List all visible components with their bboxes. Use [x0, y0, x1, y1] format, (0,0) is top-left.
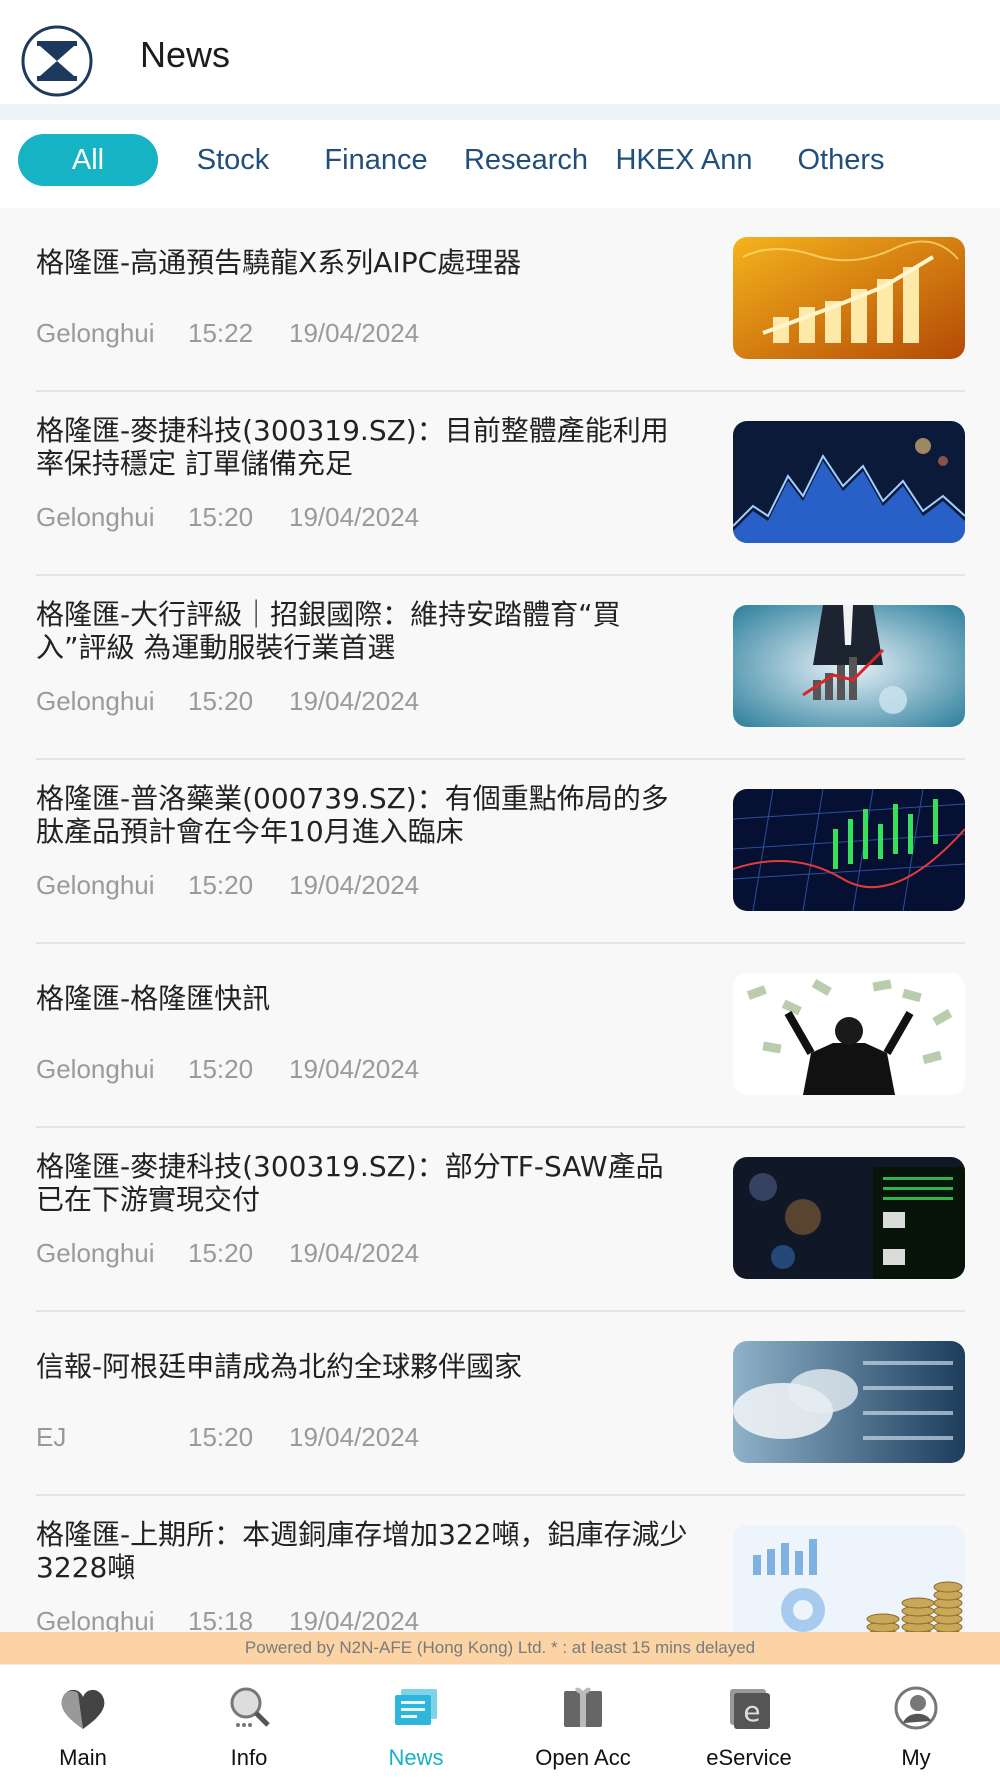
nav-eservice[interactable]: e eService: [666, 1665, 832, 1778]
news-item[interactable]: 格隆匯-上期所：本週銅庫存增加322噸，鋁庫存減少3228噸 Gelonghui…: [0, 1496, 1000, 1632]
news-source: Gelonghui: [36, 318, 155, 348]
tab-stock[interactable]: Stock: [178, 134, 288, 186]
newspaper-icon: [395, 1689, 437, 1725]
news-meta: EJ 15:20 19/04/2024: [36, 1422, 419, 1453]
nav-open-acc[interactable]: Open Acc: [500, 1665, 666, 1778]
news-meta: Gelonghui 15:20 19/04/2024: [36, 1238, 419, 1269]
news-source: Gelonghui: [36, 1606, 155, 1632]
tab-hkex-ann[interactable]: HKEX Ann: [606, 134, 762, 186]
news-thumbnail: [733, 973, 965, 1095]
news-meta: Gelonghui 15:20 19/04/2024: [36, 502, 419, 533]
news-thumbnail: [733, 605, 965, 727]
tab-all[interactable]: All: [18, 134, 158, 186]
news-title: 格隆匯-普洛藥業(000739.SZ)：有個重點佈局的多肽產品預計會在今年10月…: [36, 782, 669, 848]
news-time: 15:22: [188, 318, 254, 348]
news-item[interactable]: 格隆匯-大行評級｜招銀國際：維持安踏體育“買入”評級 為運動服裝行業首選 Gel…: [0, 576, 1000, 760]
news-source: Gelonghui: [36, 1238, 155, 1268]
news-date: 19/04/2024: [289, 1422, 420, 1452]
news-thumbnail: [733, 1341, 965, 1463]
header-divider: [0, 104, 1000, 120]
app-header: News: [0, 0, 1000, 104]
news-time: 15:20: [188, 502, 254, 532]
page-title: News: [140, 34, 231, 75]
news-time: 15:20: [188, 1054, 254, 1084]
news-thumbnail: [733, 1525, 965, 1632]
news-time: 15:18: [188, 1606, 254, 1632]
news-date: 19/04/2024: [289, 1606, 420, 1632]
news-source: Gelonghui: [36, 1054, 155, 1084]
hourglass-logo-icon: [21, 25, 93, 97]
nav-main[interactable]: Main: [0, 1665, 166, 1778]
news-list: 格隆匯-高通預告驍龍X系列AIPC處理器 Gelonghui 15:22 19/04…: [0, 208, 1000, 1632]
news-title: 格隆匯-高通預告驍龍X系列AIPC處理器: [36, 246, 522, 279]
news-source: Gelonghui: [36, 502, 155, 532]
news-date: 19/04/2024: [289, 502, 420, 532]
svg-text:e: e: [743, 1695, 760, 1728]
news-meta: Gelonghui 15:20 19/04/2024: [36, 870, 419, 901]
gift-icon: [564, 1687, 602, 1727]
news-thumbnail: [733, 237, 965, 359]
news-source: EJ: [36, 1422, 67, 1452]
news-item[interactable]: 格隆匯-麥捷科技(300319.SZ)：目前整體產能利用率保持穩定 訂單儲備充足…: [0, 392, 1000, 576]
news-date: 19/04/2024: [289, 686, 420, 716]
nav-my[interactable]: My: [833, 1665, 999, 1778]
news-source: Gelonghui: [36, 870, 155, 900]
news-date: 19/04/2024: [289, 1054, 420, 1084]
news-thumbnail: [733, 1157, 965, 1279]
news-meta: Gelonghui 15:20 19/04/2024: [36, 686, 419, 717]
e-letter-icon: e: [730, 1689, 770, 1729]
news-meta: Gelonghui 15:20 19/04/2024: [36, 1054, 419, 1085]
nav-info[interactable]: Info: [166, 1665, 332, 1778]
magnifier-icon: [230, 1687, 270, 1727]
news-thumbnail: [733, 789, 965, 911]
nav-news[interactable]: News: [333, 1665, 499, 1778]
news-item[interactable]: 格隆匯-高通預告驍龍X系列AIPC處理器 Gelonghui 15:22 19/04…: [0, 208, 1000, 392]
news-thumbnail: [733, 421, 965, 543]
news-title: 信報-阿根廷申請成為北約全球夥伴國家: [36, 1350, 523, 1383]
news-title: 格隆匯-上期所：本週銅庫存增加322噸，鋁庫存減少3228噸: [36, 1518, 688, 1584]
news-date: 19/04/2024: [289, 1238, 420, 1268]
tab-finance[interactable]: Finance: [312, 134, 440, 186]
news-date: 19/04/2024: [289, 870, 420, 900]
user-icon: [894, 1686, 938, 1730]
news-title: 格隆匯-大行評級｜招銀國際：維持安踏體育“買入”評級 為運動服裝行業首選: [36, 598, 621, 664]
news-meta: Gelonghui 15:18 19/04/2024: [36, 1606, 419, 1632]
news-title: 格隆匯-麥捷科技(300319.SZ)：部分TF-SAW產品已在下游實現交付: [36, 1150, 664, 1216]
news-time: 15:20: [188, 870, 254, 900]
heart-icon: [61, 1689, 105, 1729]
news-time: 15:20: [188, 686, 254, 716]
news-item[interactable]: 信報-阿根廷申請成為北約全球夥伴國家 EJ 15:20 19/04/2024: [0, 1312, 1000, 1496]
tab-research[interactable]: Research: [456, 134, 596, 186]
bottom-navigation: Main Info News Open Acc e eService My: [0, 1664, 1000, 1778]
news-source: Gelonghui: [36, 686, 155, 716]
news-time: 15:20: [188, 1422, 254, 1452]
news-time: 15:20: [188, 1238, 254, 1268]
nav-label: Info: [230, 1745, 268, 1770]
nav-label: My: [901, 1745, 931, 1770]
news-item[interactable]: 格隆匯-格隆匯快訊 Gelonghui 15:20 19/04/2024: [0, 944, 1000, 1128]
news-title: 格隆匯-麥捷科技(300319.SZ)：目前整體產能利用率保持穩定 訂單儲備充足: [36, 414, 669, 480]
data-provider-note: Powered by N2N-AFE (Hong Kong) Ltd. * : …: [0, 1632, 1000, 1664]
news-date: 19/04/2024: [289, 318, 420, 348]
news-item[interactable]: 格隆匯-麥捷科技(300319.SZ)：部分TF-SAW產品已在下游實現交付 G…: [0, 1128, 1000, 1312]
nav-label: Open Acc: [535, 1745, 631, 1770]
nav-label: Main: [59, 1745, 107, 1770]
nav-label: News: [388, 1745, 444, 1770]
tab-others[interactable]: Others: [784, 134, 898, 186]
news-meta: Gelonghui 15:22 19/04/2024: [36, 318, 419, 349]
news-title: 格隆匯-格隆匯快訊: [36, 982, 271, 1015]
news-item[interactable]: 格隆匯-普洛藥業(000739.SZ)：有個重點佈局的多肽產品預計會在今年10月…: [0, 760, 1000, 944]
category-tabs: All Stock Finance Research HKEX Ann Othe…: [0, 120, 1000, 208]
nav-label: eService: [706, 1745, 792, 1770]
